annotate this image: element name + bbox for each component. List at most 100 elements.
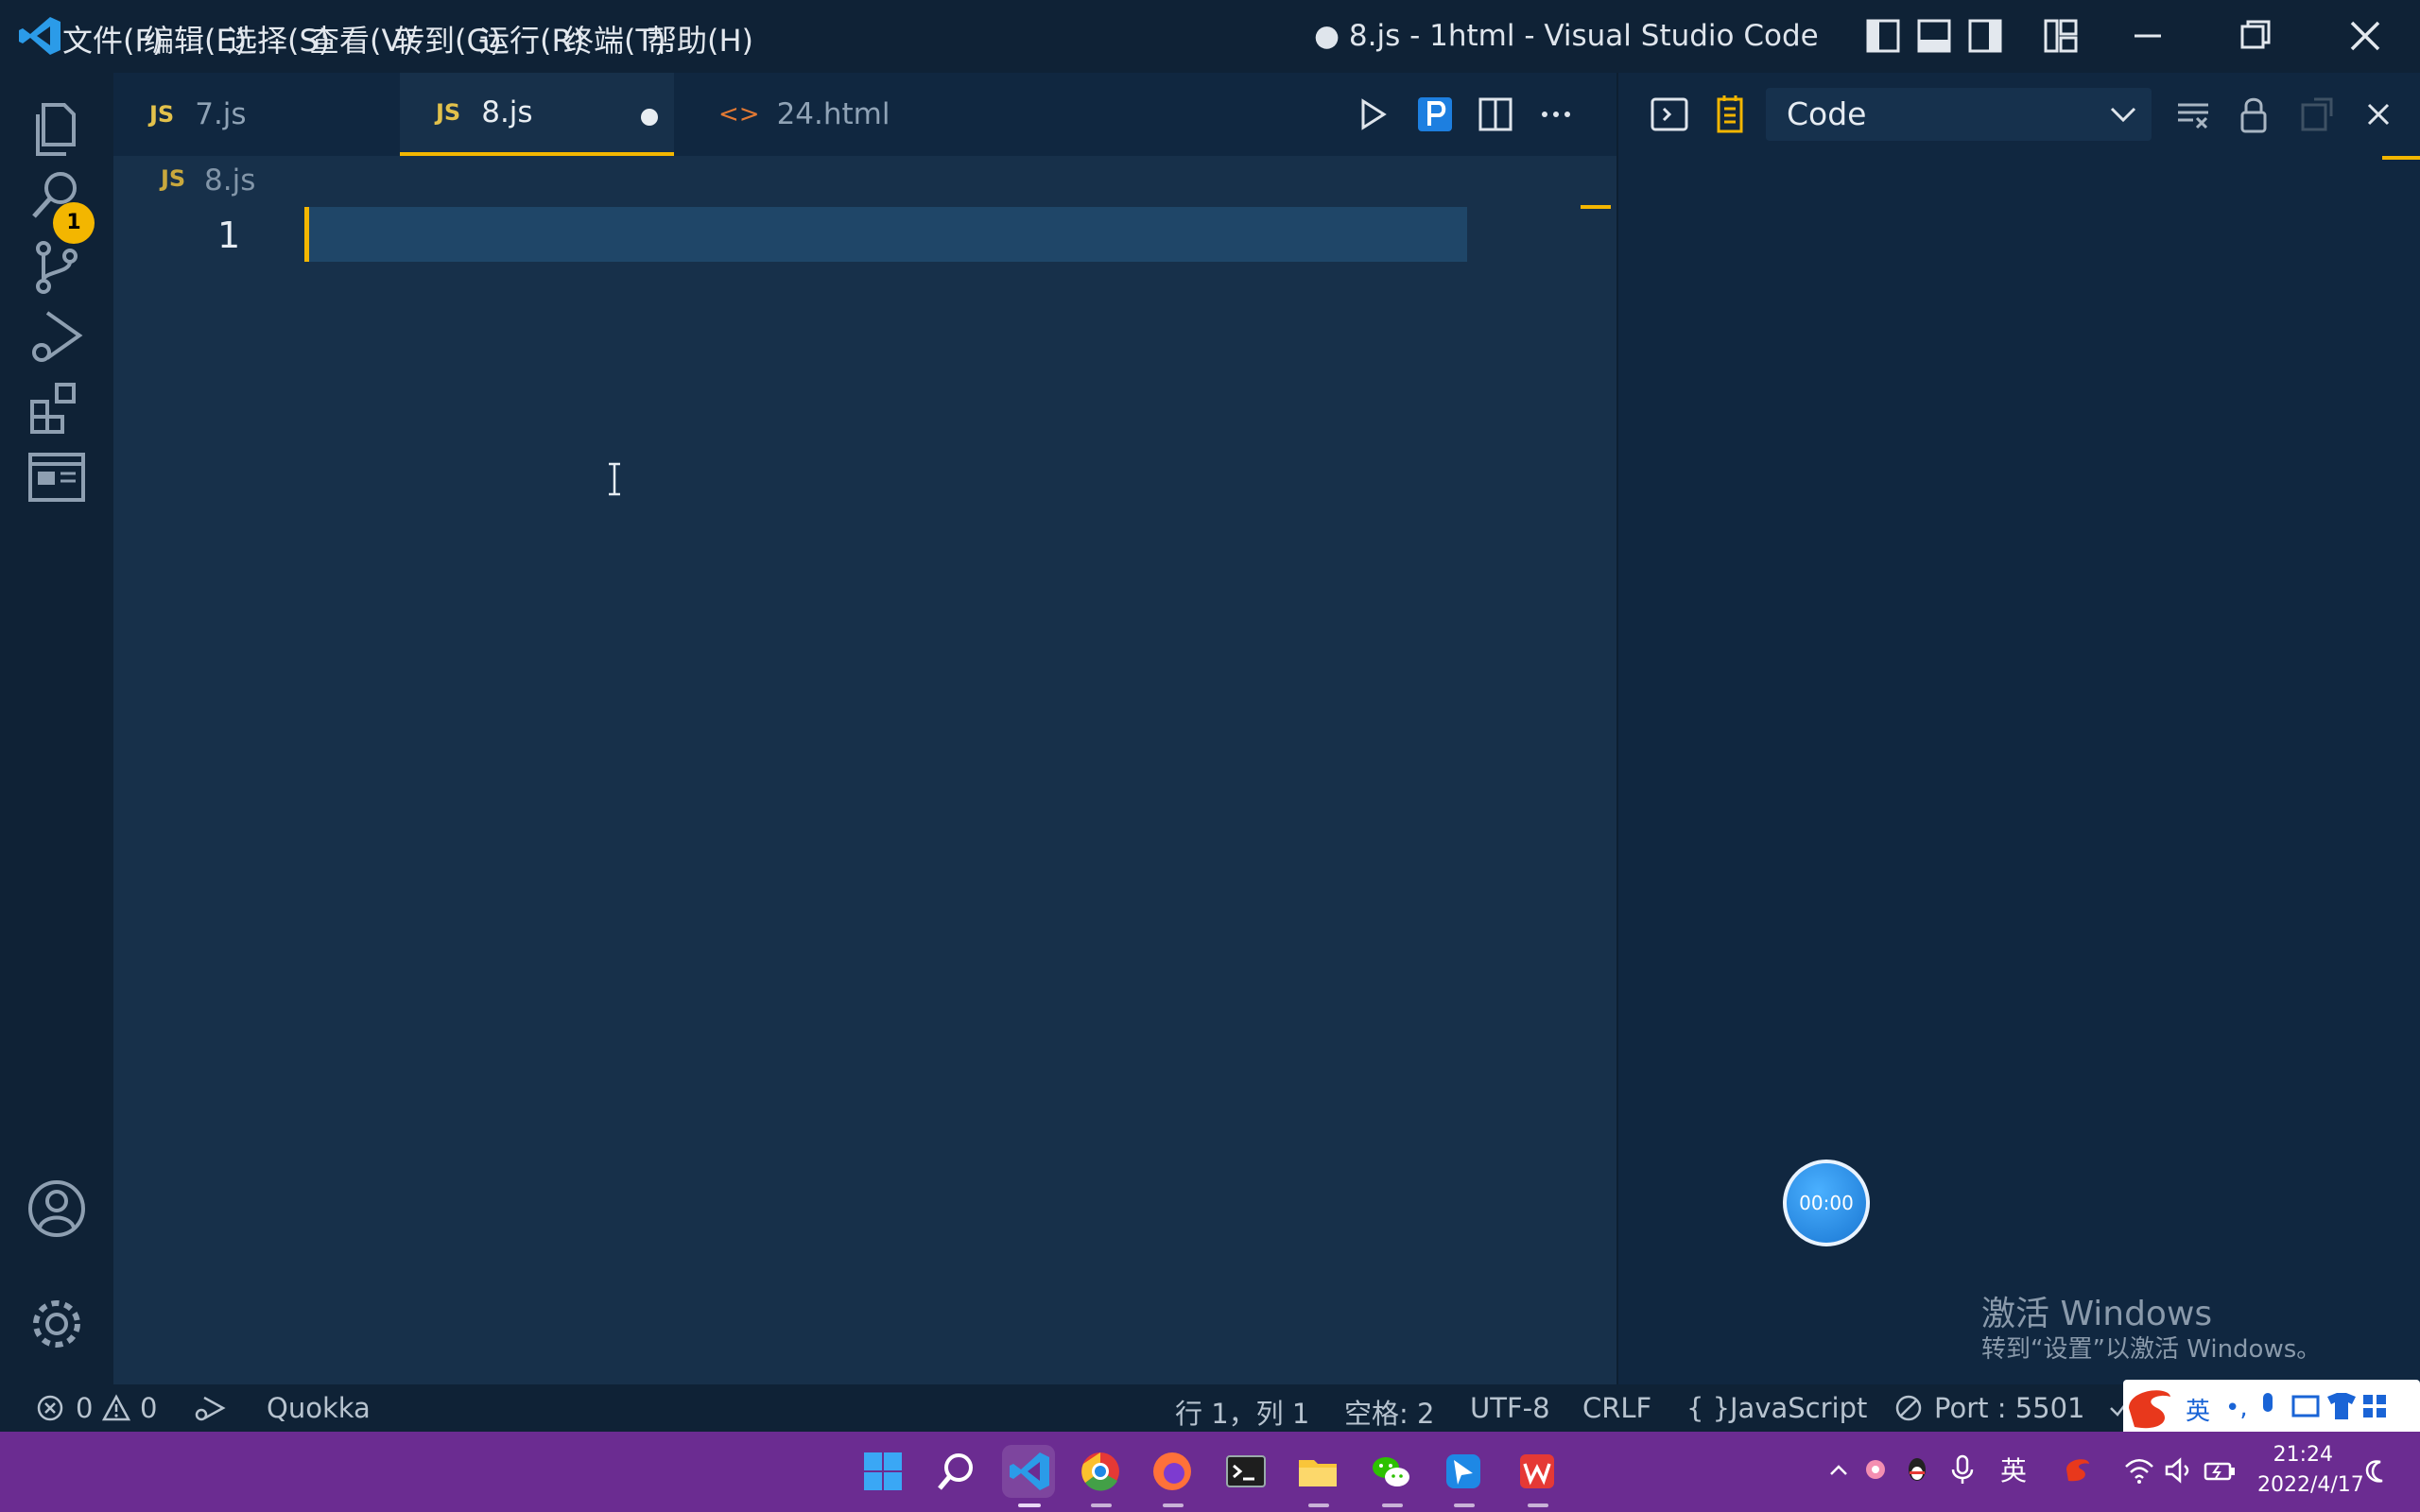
html-file-icon: <> xyxy=(718,100,760,129)
svg-text:英: 英 xyxy=(2186,1398,2210,1426)
tab-8js[interactable]: JS 8.js xyxy=(400,73,674,156)
minimize-icon[interactable] xyxy=(2125,13,2170,59)
run-code-icon[interactable] xyxy=(1352,94,1393,135)
language-braces-icon: { } xyxy=(1686,1392,1731,1424)
firefox-icon[interactable] xyxy=(1146,1445,1199,1498)
vscode-taskbar-icon[interactable] xyxy=(1002,1445,1055,1498)
recording-timer[interactable]: 00:00 xyxy=(1783,1160,1870,1246)
wps-icon[interactable] xyxy=(1511,1445,1564,1498)
explorer-icon[interactable] xyxy=(25,97,89,162)
terminal-icon[interactable] xyxy=(1219,1445,1272,1498)
svg-text:•,: •, xyxy=(2225,1394,2248,1422)
qq-icon[interactable] xyxy=(1902,1454,1932,1485)
js-file-icon: JS xyxy=(436,99,461,126)
line-number: 1 xyxy=(217,215,241,256)
tab-7js[interactable]: JS 7.js xyxy=(149,73,386,156)
current-line-highlight[interactable] xyxy=(304,207,1467,262)
panel-progress-bar xyxy=(2382,156,2420,160)
input-language[interactable]: 英 xyxy=(2000,1451,2027,1488)
ime-toolbar[interactable]: 英 •, xyxy=(2123,1380,2420,1436)
output-channel-value: Code xyxy=(1787,95,1867,132)
open-in-editor-icon[interactable] xyxy=(2293,92,2339,137)
file-explorer-icon[interactable] xyxy=(1291,1445,1344,1498)
activate-windows-title: 激活 Windows xyxy=(1981,1295,2213,1333)
warning-count[interactable]: 0 xyxy=(140,1392,157,1424)
search-icon[interactable] xyxy=(25,163,89,228)
split-editor-icon[interactable] xyxy=(1475,94,1516,135)
app-indicator xyxy=(1308,1503,1329,1507)
restore-icon[interactable] xyxy=(2233,13,2278,59)
title-bar: 文件(F) 编辑(E) 选择(S) 查看(V) 转到(G) 运行(R) 终端(T… xyxy=(0,0,2420,73)
prettier-icon[interactable] xyxy=(1414,94,1456,135)
battery-icon[interactable] xyxy=(2203,1456,2237,1485)
app-indicator xyxy=(1528,1503,1548,1507)
tab-24html[interactable]: <> 24.html xyxy=(718,73,936,156)
toggle-primary-sidebar-icon[interactable] xyxy=(1860,13,1906,59)
remote-explorer-icon[interactable] xyxy=(25,445,89,509)
cursor-position[interactable]: 行 1，列 1 xyxy=(1175,1392,1309,1432)
code-editor[interactable]: 1 xyxy=(113,205,1616,1384)
more-actions-icon[interactable] xyxy=(1535,94,1577,135)
live-server-port[interactable]: Port : 5501 xyxy=(1934,1392,2085,1424)
app-indicator xyxy=(1091,1503,1112,1507)
clear-output-icon[interactable] xyxy=(2170,92,2216,137)
live-server-icon xyxy=(1894,1394,1923,1422)
debug-run-icon[interactable] xyxy=(193,1394,227,1422)
breadcrumb-file[interactable]: 8.js xyxy=(204,163,255,198)
chevron-down-icon xyxy=(2108,101,2138,128)
accounts-icon[interactable] xyxy=(25,1177,89,1241)
line-ending[interactable]: CRLF xyxy=(1582,1392,1651,1424)
run-debug-icon[interactable] xyxy=(25,305,89,369)
tray-app-icon[interactable] xyxy=(1860,1454,1891,1485)
clock-time[interactable]: 21:24 xyxy=(2257,1443,2333,1467)
output-panel: Code 00:00 激活 Windows 转到“设置”以激活 Windows。 xyxy=(1616,73,2420,1384)
toggle-panel-icon[interactable] xyxy=(1911,13,1957,59)
status-bar: 0 0 Quokka 行 1，列 1 空格: 2 UTF-8 CRLF { } … xyxy=(0,1384,2420,1432)
breadcrumb: JS 8.js xyxy=(113,156,1616,205)
indent-spaces[interactable]: 空格: 2 xyxy=(1344,1392,1434,1432)
feishu-icon[interactable] xyxy=(1437,1445,1490,1498)
menu-help[interactable]: 帮助(H) xyxy=(647,17,753,60)
source-control-icon[interactable] xyxy=(25,235,89,300)
output-channel-select[interactable]: Code xyxy=(1766,88,2152,141)
line-number-gutter: 1 xyxy=(113,205,302,1384)
unsaved-dot-icon[interactable] xyxy=(641,109,658,126)
tab-label: 8.js xyxy=(481,95,533,129)
volume-icon[interactable] xyxy=(2163,1456,2195,1485)
customize-layout-icon[interactable] xyxy=(2038,13,2083,59)
language-mode[interactable]: JavaScript xyxy=(1730,1392,1867,1424)
app-indicator xyxy=(1382,1503,1403,1507)
close-window-icon[interactable] xyxy=(2342,13,2388,59)
microphone-icon[interactable] xyxy=(1949,1454,1976,1485)
error-count[interactable]: 0 xyxy=(76,1392,93,1424)
error-icon[interactable] xyxy=(36,1394,64,1422)
warning-icon[interactable] xyxy=(102,1394,130,1422)
quokka-status[interactable]: Quokka xyxy=(267,1392,371,1424)
settings-gear-icon[interactable] xyxy=(25,1292,89,1356)
notification-moon-icon[interactable] xyxy=(2363,1458,2390,1485)
lock-scroll-icon[interactable] xyxy=(2231,92,2276,137)
encoding[interactable]: UTF-8 xyxy=(1470,1392,1550,1424)
js-file-icon: JS xyxy=(149,101,175,128)
js-file-icon: JS xyxy=(161,165,186,192)
close-panel-icon[interactable] xyxy=(2356,92,2401,137)
activate-windows-subtitle: 转到“设置”以激活 Windows。 xyxy=(1981,1335,2322,1364)
vscode-logo-icon xyxy=(17,15,62,57)
editor-tab-bar: JS 7.js JS 8.js <> 24.html xyxy=(113,73,1616,156)
wifi-icon[interactable] xyxy=(2123,1456,2155,1485)
tray-overflow-chevron-icon[interactable] xyxy=(1828,1460,1849,1481)
sogou-ime-icon[interactable] xyxy=(2063,1452,2093,1486)
windows-start-icon[interactable] xyxy=(856,1445,909,1498)
activity-bar: 1 xyxy=(0,73,113,1384)
terminal-toggle-icon[interactable] xyxy=(1647,92,1692,137)
active-app-indicator xyxy=(1018,1503,1041,1507)
extensions-icon[interactable] xyxy=(25,375,89,439)
toggle-secondary-sidebar-icon[interactable] xyxy=(1962,13,2008,59)
wechat-icon[interactable] xyxy=(1365,1445,1418,1498)
tab-label: 7.js xyxy=(195,97,247,131)
clock-date[interactable]: 2022/4/17 xyxy=(2257,1473,2364,1497)
search-taskbar-icon[interactable] xyxy=(930,1445,983,1498)
output-icon[interactable] xyxy=(1707,92,1753,137)
minimap-indicator xyxy=(1581,205,1611,209)
chrome-icon[interactable] xyxy=(1074,1445,1127,1498)
